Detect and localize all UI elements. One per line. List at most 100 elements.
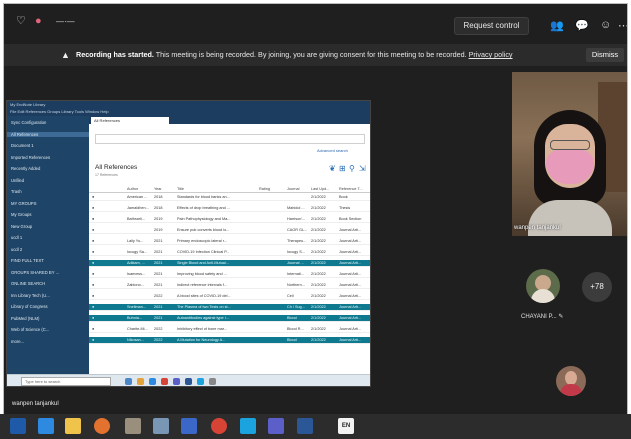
firefox-icon[interactable]	[94, 418, 110, 434]
sidebar-item[interactable]: Web of Science (C...	[11, 327, 49, 332]
attachment-icon: ●	[92, 261, 95, 265]
heart-icon[interactable]: ♡	[16, 16, 26, 27]
app-icon[interactable]	[185, 378, 192, 385]
sidebar-item[interactable]: New Group	[11, 224, 32, 229]
table-cell-author: Bathroeli...	[127, 217, 146, 221]
participant-name-text: CHAYANI P...	[521, 314, 557, 320]
table-cell-updated: 2/1/2022	[311, 217, 326, 221]
sidebar-item[interactable]: Unfiled	[11, 178, 24, 183]
reactions-icon[interactable]: ☺	[600, 19, 611, 31]
table-cell-year: 2022	[154, 294, 163, 298]
participants-icon[interactable]: 👥	[550, 19, 564, 32]
tab-all-references[interactable]: All References	[91, 117, 169, 124]
skype-icon[interactable]	[240, 418, 256, 434]
table-row[interactable]: ● Buhnia... 2021 Autoantibodies against typ…	[89, 315, 370, 322]
taskbar-search-input[interactable]: Type here to search	[21, 377, 111, 386]
table-cell-updated: 2/1/2022	[311, 206, 326, 210]
request-control-button[interactable]: Request control	[454, 17, 529, 35]
table-cell-type: Book Section	[339, 217, 362, 221]
table-row[interactable]: ● Lally Yu... 2021 Primary endoscopic later…	[89, 238, 370, 245]
sidebar-item[interactable]: Document 1	[11, 143, 34, 148]
record-icon[interactable]: ●	[35, 16, 42, 27]
sidebar-item[interactable]: PubMed (NLM)	[11, 316, 39, 321]
teams-icon[interactable]	[268, 418, 284, 434]
advanced-search-link[interactable]: Advanced search	[317, 148, 348, 153]
app-icon[interactable]	[153, 418, 169, 434]
attachment-icon: ●	[92, 305, 95, 309]
column-header[interactable]: Journal	[287, 187, 309, 191]
share-icon[interactable]: ⇲	[359, 164, 366, 173]
app-icon[interactable]	[209, 378, 216, 385]
sidebar-item[interactable]: All References	[7, 131, 89, 137]
table-header: Author Year Title Rating Journal Last Upd... R…	[89, 186, 370, 193]
sidebar-item[interactable]: My Groups	[11, 212, 31, 217]
table-cell-author: Snellman...	[127, 305, 146, 309]
sidebar-item[interactable]: Imported References	[11, 155, 50, 160]
shared-windows-taskbar: Type here to search	[7, 374, 370, 386]
sidebar-item[interactable]: Recently Added	[11, 166, 40, 171]
folder-icon[interactable]	[65, 418, 81, 434]
shield-icon[interactable]	[38, 418, 54, 434]
table-cell-title: The Plasma of two Tests on st...	[177, 305, 231, 309]
column-header[interactable]: Reference T...	[339, 187, 370, 191]
sidebar-item[interactable]: Trash	[11, 189, 22, 194]
column-header[interactable]: Last Upd...	[311, 187, 338, 191]
app-icon[interactable]	[181, 418, 197, 434]
sidebar-item[interactable]: ucdl 1	[11, 235, 22, 240]
sidebar-item[interactable]: more...	[11, 339, 24, 344]
app-icon[interactable]	[125, 378, 132, 385]
column-header[interactable]: Title	[177, 187, 257, 191]
chrome-icon[interactable]	[211, 418, 227, 434]
participant-video-tile[interactable]: wanpen tanjankul	[512, 72, 627, 236]
table-row[interactable]: ● American ... 2018 Standards for blood ban…	[89, 194, 370, 201]
windows-start-icon[interactable]	[10, 418, 26, 434]
teams-meeting-window: ♡ ● —·— Request control 👥 💬 ☺ ⋯ ▲ Record…	[3, 3, 628, 436]
table-cell-type: Journal Arti...	[339, 239, 362, 243]
column-header[interactable]: Author	[127, 187, 153, 191]
column-header[interactable]: Year	[154, 187, 176, 191]
sidebar-item[interactable]: GROUPS SHARED BY ...	[11, 270, 59, 275]
export-icon[interactable]: ⊞	[339, 164, 346, 173]
table-row[interactable]: ● Nikosan... 2022 A Mutation for Neurology …	[89, 337, 370, 344]
table-row[interactable]: ● 2022 A blood sites of COVID-19 del... Cel…	[89, 293, 370, 300]
sidebar-item[interactable]: FIND FULL TEXT	[11, 258, 44, 263]
app-icon[interactable]	[173, 378, 180, 385]
language-indicator[interactable]: EN	[338, 418, 354, 434]
word-icon[interactable]	[297, 418, 313, 434]
sidebar-item[interactable]: ONLINE SEARCH	[11, 281, 45, 286]
table-row[interactable]: ● Bathroeli... 2019 Pain Pathophysiology an…	[89, 216, 370, 223]
table-cell-title: Primary endoscopic lateral r...	[177, 239, 228, 243]
chat-icon[interactable]: 💬	[575, 19, 589, 32]
table-row[interactable]: ● Iocugy Sa... 2021 COVID-19 Infection Clin…	[89, 249, 370, 256]
sidebar-item[interactable]: ucdl 2	[11, 247, 22, 252]
quote-icon[interactable]: ❦	[329, 164, 336, 173]
table-row[interactable]: ● 2019 Ensure pub converts blood lo... CAGR…	[89, 227, 370, 234]
sidebar-item[interactable]: MY GROUPS	[11, 201, 37, 206]
privacy-policy-link[interactable]: Privacy policy	[469, 50, 513, 59]
add-user-icon[interactable]: ⚲	[349, 164, 355, 173]
search-input[interactable]	[95, 134, 365, 144]
dismiss-button[interactable]: Dismiss	[586, 48, 624, 62]
app-icon[interactable]	[125, 418, 141, 434]
table-row[interactable]: ● Zablono... 2021 Indirect reference interv…	[89, 282, 370, 289]
table-row[interactable]: ● Jamaldhen... 2018 Effects of drop breathi…	[89, 205, 370, 212]
more-participants-button[interactable]: +78	[582, 272, 612, 302]
table-row[interactable]: ● Snellman... 2021 The Plasma of two Tests …	[89, 304, 370, 311]
avatar[interactable]	[526, 269, 560, 303]
app-icon[interactable]	[149, 378, 156, 385]
sidebar-item[interactable]: Sync Configuration	[11, 120, 46, 125]
app-icon[interactable]	[197, 378, 204, 385]
app-icon[interactable]	[137, 378, 144, 385]
table-cell-author: Iocugy Sa...	[127, 250, 148, 254]
column-header[interactable]: Rating	[259, 187, 284, 191]
table-cell-year: 2021	[154, 283, 163, 287]
sidebar-item[interactable]: Library of Congress	[11, 304, 48, 309]
sidebar-item[interactable]: Inn Library Tech (U...	[11, 293, 50, 298]
table-row[interactable]: ● Isaevess... 2021 Improving blood safety a…	[89, 271, 370, 278]
endnote-menubar[interactable]: File Edit References Groups Library Tool…	[7, 108, 370, 116]
table-row[interactable]: ● Charite-Mi... 2022 Inhibitory effect of b…	[89, 326, 370, 333]
table-row[interactable]: ● Adikam, ... 2021 Single Blood and Anti-Mu…	[89, 260, 370, 267]
app-icon[interactable]	[161, 378, 168, 385]
more-options-icon[interactable]: ⋯	[618, 19, 627, 32]
avatar[interactable]	[556, 366, 586, 396]
